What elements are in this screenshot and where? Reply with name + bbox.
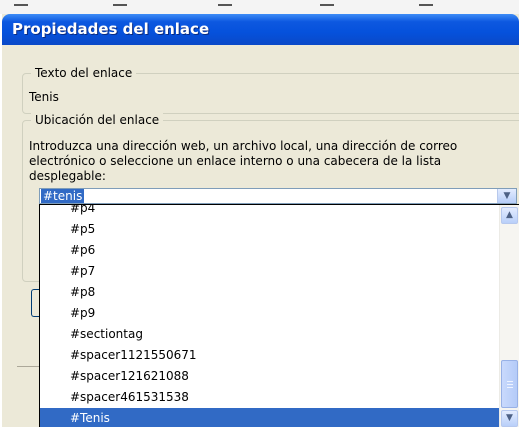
combobox-value[interactable]: #tenis	[41, 189, 85, 203]
background-mark	[320, 4, 334, 6]
background-mark	[419, 4, 433, 6]
combobox-dropdown-list[interactable]: #p4 #p5 #p6 #p7 #p8 #p9 #sectiontag #spa…	[39, 204, 519, 427]
list-item-spacer121621088[interactable]: #spacer121621088	[40, 366, 500, 387]
link-text-legend: Texto del enlace	[31, 66, 137, 80]
list-item-p9[interactable]: #p9	[40, 303, 500, 324]
list-item-p5[interactable]: #p5	[40, 219, 500, 240]
dialog-title: Propiedades del enlace	[12, 20, 210, 38]
title-bar[interactable]: Propiedades del enlace	[2, 14, 519, 45]
grip-line	[507, 381, 513, 382]
list-item-p7[interactable]: #p7	[40, 261, 500, 282]
list-item-p6[interactable]: #p6	[40, 240, 500, 261]
background-mark	[218, 4, 232, 6]
instructions-line-2: electrónico o seleccione un enlace inter…	[29, 154, 442, 168]
link-text-value: Tenis	[29, 90, 59, 104]
list-item-p4[interactable]: #p4	[40, 205, 500, 219]
list-item-p8[interactable]: #p8	[40, 282, 500, 303]
chevron-down-icon[interactable]: ▼	[497, 189, 516, 203]
background-mark	[14, 4, 28, 6]
list-item-spacer1121550671[interactable]: #spacer1121550671	[40, 345, 500, 366]
list-item-spacer461531538[interactable]: #spacer461531538	[40, 387, 500, 408]
link-text-group: Texto del enlace	[22, 66, 519, 114]
link-location-combobox[interactable]: #tenis ▼	[39, 188, 517, 204]
scrollbar-thumb[interactable]	[501, 360, 518, 408]
instructions-line-3: desplegable:	[29, 169, 106, 183]
chevron-down-icon[interactable]: ▼	[501, 410, 518, 427]
dropdown-scrollbar[interactable]: ▲ ▼	[499, 205, 519, 427]
background-mark	[113, 4, 127, 6]
list-item-sectiontag[interactable]: #sectiontag	[40, 324, 500, 345]
link-location-legend: Ubicación del enlace	[31, 113, 164, 127]
grip-line	[507, 384, 513, 385]
grip-line	[507, 387, 513, 388]
chevron-up-icon[interactable]: ▲	[501, 207, 518, 224]
background-strip	[0, 0, 519, 14]
instructions-line-1: Introduzca una dirección web, un archivo…	[29, 139, 458, 153]
list-item-tenis-selected[interactable]: #Tenis	[40, 408, 500, 427]
